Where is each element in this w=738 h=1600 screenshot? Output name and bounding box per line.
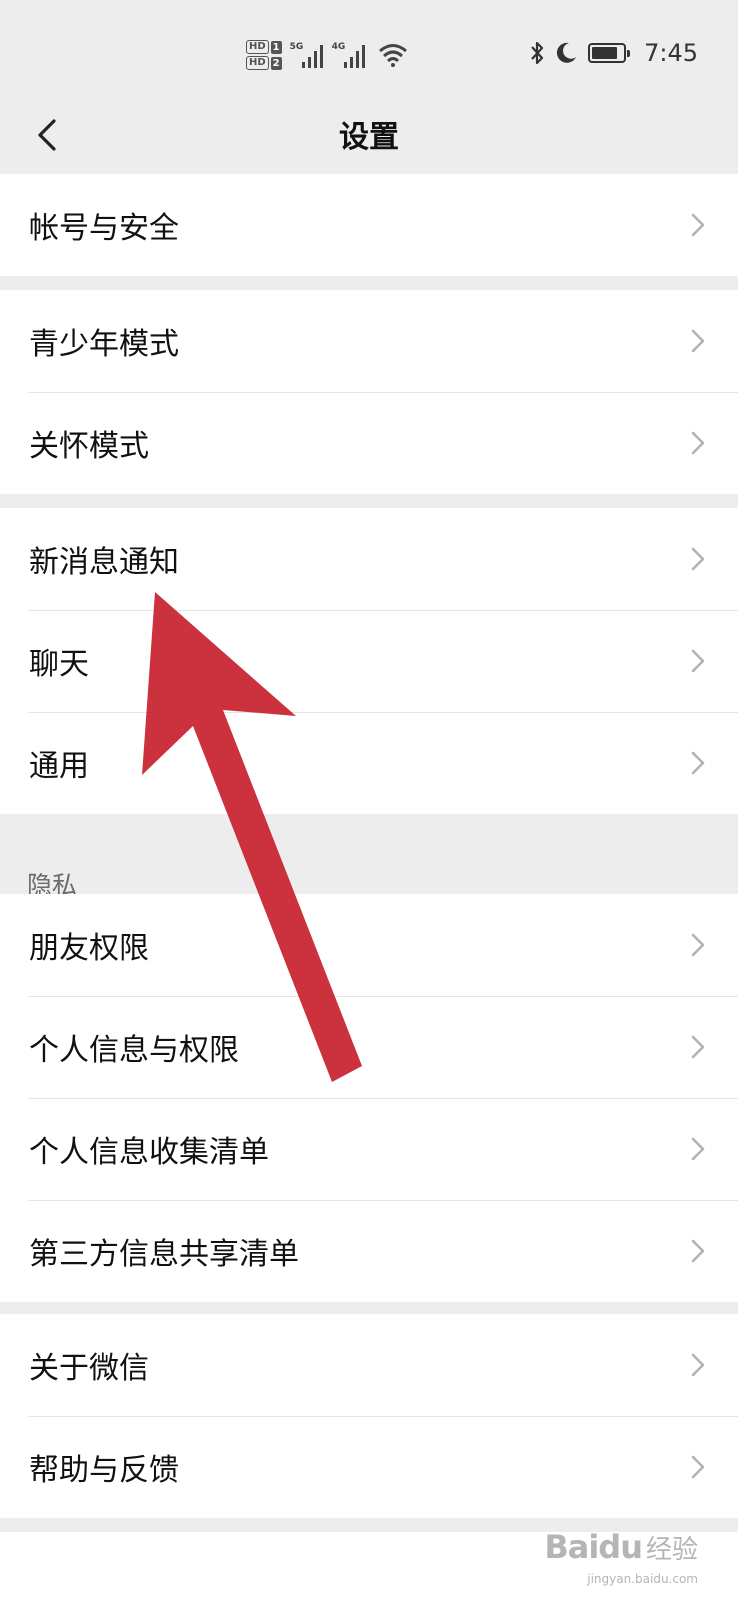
watermark-url: jingyan.baidu.com bbox=[587, 1572, 698, 1586]
chevron-right-icon bbox=[691, 1239, 705, 1263]
row-label: 青少年模式 bbox=[29, 327, 179, 362]
chevron-right-icon bbox=[691, 1035, 705, 1059]
signal-4g: 4G bbox=[331, 42, 368, 68]
row-label: 帮助与反馈 bbox=[29, 1453, 179, 1488]
chevron-right-icon bbox=[691, 547, 705, 571]
row-label: 帐号与安全 bbox=[29, 211, 179, 246]
chevron-right-icon bbox=[691, 751, 705, 775]
row-label: 聊天 bbox=[29, 647, 89, 682]
settings-row-general[interactable]: 通用 bbox=[0, 712, 738, 814]
signal-5g: 5G bbox=[289, 42, 326, 68]
chevron-right-icon bbox=[691, 213, 705, 237]
row-label: 第三方信息共享清单 bbox=[29, 1237, 299, 1272]
hd-2: HD 2 bbox=[246, 56, 282, 70]
chevron-right-icon bbox=[691, 1137, 705, 1161]
signal-bars-icon bbox=[343, 45, 365, 68]
hd-2-badge: HD bbox=[246, 56, 269, 70]
row-label: 通用 bbox=[29, 749, 89, 784]
page-title: 设置 bbox=[339, 120, 399, 155]
baidu-watermark: Baidu 经验 bbox=[544, 1528, 698, 1566]
wifi-icon bbox=[378, 44, 407, 67]
nav-bar: 设置 bbox=[0, 100, 738, 174]
chevron-right-icon bbox=[691, 933, 705, 957]
signal-bars-icon bbox=[301, 45, 323, 68]
group-privacy: 朋友权限 个人信息与权限 个人信息收集清单 第三方信息共享清单 bbox=[0, 894, 738, 1302]
settings-row-new-message-notification[interactable]: 新消息通知 bbox=[0, 508, 738, 610]
settings-row-about-wechat[interactable]: 关于微信 bbox=[0, 1314, 738, 1416]
signal-5g-label: 5G bbox=[289, 42, 304, 52]
group-modes: 青少年模式 关怀模式 bbox=[0, 290, 738, 494]
row-label: 个人信息收集清单 bbox=[29, 1135, 269, 1170]
status-time: 7:45 bbox=[644, 39, 698, 67]
row-label: 个人信息与权限 bbox=[29, 1033, 239, 1068]
hd-1: HD 1 bbox=[246, 40, 282, 54]
hd-1-num: 1 bbox=[270, 40, 282, 54]
hd-2-num: 2 bbox=[270, 56, 282, 70]
settings-row-friend-permissions[interactable]: 朋友权限 bbox=[0, 894, 738, 996]
settings-row-chat[interactable]: 聊天 bbox=[0, 610, 738, 712]
chevron-right-icon bbox=[691, 1455, 705, 1479]
chevron-right-icon bbox=[691, 329, 705, 353]
battery-fill bbox=[592, 47, 617, 59]
settings-row-personal-info-collection-list[interactable]: 个人信息收集清单 bbox=[0, 1098, 738, 1200]
signal-4g-label: 4G bbox=[331, 42, 346, 52]
status-right: 7:45 bbox=[530, 34, 698, 72]
chevron-right-icon bbox=[691, 431, 705, 455]
settings-row-care-mode[interactable]: 关怀模式 bbox=[0, 392, 738, 494]
hd-indicators: HD 1 HD 2 bbox=[246, 40, 282, 70]
settings-row-youth-mode[interactable]: 青少年模式 bbox=[0, 290, 738, 392]
group-account: 帐号与安全 bbox=[0, 174, 738, 276]
status-bar: HD 1 HD 2 5G 4G 7:45 bbox=[0, 0, 738, 106]
chevron-right-icon bbox=[691, 649, 705, 673]
row-label: 关于微信 bbox=[29, 1351, 149, 1386]
moon-icon bbox=[557, 42, 577, 63]
settings-row-account-security[interactable]: 帐号与安全 bbox=[0, 174, 738, 276]
watermark-cn: 经验 bbox=[645, 1534, 698, 1565]
bluetooth-icon bbox=[531, 41, 544, 65]
hd-1-badge: HD bbox=[246, 40, 269, 54]
settings-row-third-party-sharing-list[interactable]: 第三方信息共享清单 bbox=[0, 1200, 738, 1302]
group-about: 关于微信 帮助与反馈 bbox=[0, 1314, 738, 1518]
row-label: 新消息通知 bbox=[29, 545, 179, 580]
settings-row-personal-info-permissions[interactable]: 个人信息与权限 bbox=[0, 996, 738, 1098]
watermark-logo: Baidu bbox=[544, 1528, 643, 1566]
group-general: 新消息通知 聊天 通用 bbox=[0, 508, 738, 814]
battery-icon bbox=[588, 43, 631, 63]
status-left: HD 1 HD 2 5G 4G bbox=[246, 34, 408, 76]
settings-row-help-feedback[interactable]: 帮助与反馈 bbox=[0, 1416, 738, 1518]
row-label: 关怀模式 bbox=[29, 429, 149, 464]
row-label: 朋友权限 bbox=[29, 931, 149, 966]
chevron-right-icon bbox=[691, 1353, 705, 1377]
